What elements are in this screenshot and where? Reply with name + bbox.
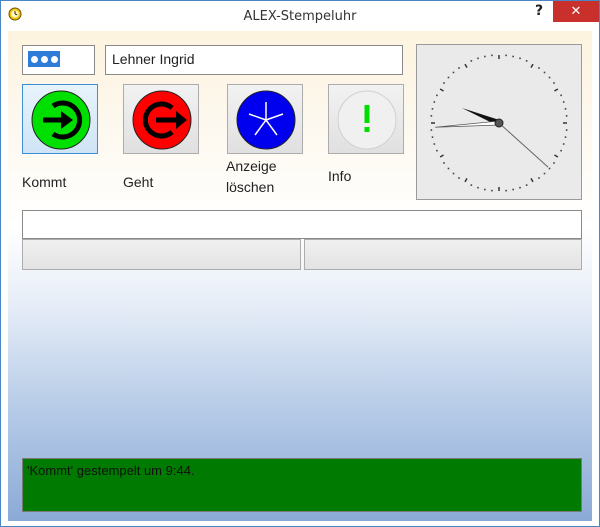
status-message-panel: 'Kommt' gestempelt um 9:44. xyxy=(22,458,582,512)
mask-dot xyxy=(30,55,38,63)
left-wide-button[interactable] xyxy=(22,239,301,270)
minute-tick xyxy=(548,76,551,79)
minute-tick xyxy=(564,108,567,110)
minute-tick xyxy=(543,71,546,74)
minute-tick xyxy=(447,76,450,79)
minute-tick xyxy=(436,149,438,152)
minute-tick xyxy=(553,82,555,84)
minute-tick xyxy=(458,177,460,179)
minute-tick xyxy=(433,101,436,103)
minute-tick xyxy=(560,94,562,97)
clear-display-button[interactable] xyxy=(227,84,303,154)
minute-tick xyxy=(565,115,568,117)
minute-tick xyxy=(543,172,546,175)
minute-tick xyxy=(519,57,521,60)
minute-tick xyxy=(562,143,565,145)
clear-label-line1: Anzeige xyxy=(226,158,277,174)
masked-id-selection xyxy=(28,51,60,67)
info-button[interactable] xyxy=(328,84,404,154)
minute-tick xyxy=(548,167,551,170)
employee-id-field[interactable] xyxy=(22,45,95,75)
status-text-field[interactable] xyxy=(22,210,582,239)
minute-tick xyxy=(470,184,473,186)
minute-tick xyxy=(505,189,507,192)
geht-label: Geht xyxy=(123,174,154,190)
minute-tick xyxy=(553,162,555,164)
minute-tick xyxy=(564,136,567,138)
second-hand xyxy=(495,119,549,168)
close-button[interactable]: ✕ xyxy=(553,1,599,22)
minute-tick xyxy=(538,177,540,179)
client-area: Lehner Ingrid Kommt Geht Anzeige löschen… xyxy=(8,31,592,521)
minute-tick xyxy=(565,129,568,131)
hour-tick xyxy=(530,63,534,68)
asterisk-icon xyxy=(236,90,296,150)
right-wide-button[interactable] xyxy=(304,239,582,270)
minute-tick xyxy=(436,94,438,97)
hour-tick xyxy=(439,154,444,158)
minute-tick xyxy=(443,162,445,164)
hour-tick xyxy=(530,178,534,183)
hour-tick xyxy=(464,178,468,183)
minute-tick xyxy=(452,172,455,175)
hour-tick xyxy=(439,88,444,92)
minute-tick xyxy=(430,129,433,131)
minute-tick xyxy=(512,55,514,58)
minute-tick xyxy=(525,60,528,62)
minute-tick xyxy=(431,136,434,138)
minute-tick xyxy=(512,188,514,191)
analog-clock xyxy=(416,44,582,200)
minute-hand xyxy=(435,120,500,128)
minute-tick xyxy=(491,189,493,192)
minute-tick xyxy=(431,108,434,110)
minute-tick xyxy=(491,54,493,57)
minute-tick xyxy=(430,115,433,117)
help-button[interactable]: ? xyxy=(528,1,550,22)
minute-tick xyxy=(433,143,436,145)
minute-tick xyxy=(560,149,562,152)
minute-tick xyxy=(458,67,460,69)
title-bar[interactable]: ALEX-Stempeluhr ? ✕ xyxy=(1,1,599,31)
minute-tick xyxy=(562,101,565,103)
mask-dot xyxy=(40,55,48,63)
mask-dot xyxy=(50,55,58,63)
geht-button[interactable] xyxy=(123,84,199,154)
minute-tick xyxy=(477,186,479,189)
enter-icon xyxy=(31,90,91,150)
hour-tick xyxy=(554,88,559,92)
minute-tick xyxy=(505,54,507,57)
minute-tick xyxy=(519,186,521,189)
window-title: ALEX-Stempeluhr xyxy=(243,9,357,24)
minute-tick xyxy=(538,67,540,69)
minute-tick xyxy=(443,82,445,84)
employee-name-field[interactable]: Lehner Ingrid xyxy=(105,45,403,75)
hour-tick xyxy=(554,154,559,158)
exit-icon xyxy=(132,90,192,150)
kommt-label: Kommt xyxy=(22,174,67,190)
clock-center xyxy=(494,118,504,128)
kommt-button[interactable] xyxy=(22,84,98,154)
hour-tick xyxy=(464,63,468,68)
minute-tick xyxy=(484,188,486,191)
info-label: Info xyxy=(328,168,352,184)
minute-tick xyxy=(484,55,486,58)
minute-tick xyxy=(470,60,473,62)
minute-tick xyxy=(447,167,450,170)
clock-face xyxy=(430,54,568,192)
minute-tick xyxy=(525,184,528,186)
minute-tick xyxy=(452,71,455,74)
clear-label-line2: löschen xyxy=(226,179,275,195)
exclamation-icon xyxy=(337,90,397,150)
app-window: ALEX-Stempeluhr ? ✕ Lehner Ingrid Kommt … xyxy=(0,0,600,527)
minute-tick xyxy=(477,57,479,60)
